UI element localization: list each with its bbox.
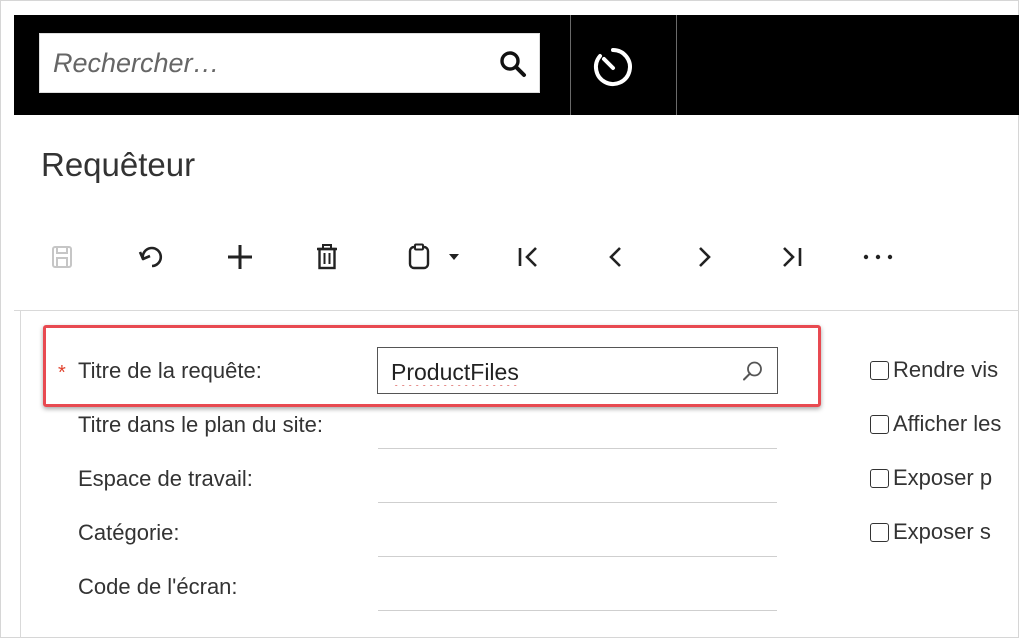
query-title-input[interactable] (378, 348, 738, 393)
checkbox-row[interactable]: Exposer s (870, 517, 991, 547)
first-record-button[interactable] (508, 232, 548, 282)
add-button[interactable] (220, 232, 260, 282)
checkbox-label: Afficher les (893, 411, 1002, 436)
clipboard-icon (408, 243, 430, 270)
save-button[interactable] (44, 232, 80, 282)
search-box[interactable] (39, 33, 540, 93)
plus-icon (228, 245, 252, 269)
search-input[interactable] (40, 34, 480, 92)
checkbox-row[interactable]: Rendre vis (870, 355, 998, 385)
more-button[interactable] (858, 232, 898, 282)
save-icon (52, 246, 72, 268)
more-icon (863, 254, 893, 260)
required-marker: * (58, 362, 66, 384)
first-record-icon (518, 247, 537, 267)
screen-code-label: Code de l'écran: (78, 574, 238, 599)
next-button[interactable] (684, 232, 724, 282)
undo-button[interactable] (132, 232, 172, 282)
category-label: Catégorie: (78, 520, 180, 545)
top-bar (14, 15, 1019, 115)
checkbox-row[interactable]: Exposer p (870, 463, 992, 493)
checkbox-row[interactable]: Afficher les (870, 409, 1001, 439)
search-icon[interactable] (498, 49, 528, 79)
undo-icon (138, 246, 163, 268)
search-icon[interactable] (741, 359, 765, 383)
site-map-title-field[interactable] (378, 418, 777, 449)
category-field[interactable] (378, 526, 777, 557)
query-title-label: Titre de la requête: (78, 358, 262, 383)
workspace-field[interactable] (378, 472, 777, 503)
screen-code-field[interactable] (378, 580, 777, 611)
last-record-icon (783, 247, 802, 267)
checkbox[interactable] (870, 522, 889, 542)
checkbox-label: Exposer p (893, 465, 993, 490)
checkbox[interactable] (870, 360, 889, 380)
caret-down-icon (449, 254, 459, 260)
checkbox[interactable] (870, 468, 889, 488)
chevron-right-icon (699, 247, 711, 267)
site-map-title-label: Titre dans le plan du site: (78, 412, 323, 437)
trash-icon (317, 244, 337, 270)
query-title-field[interactable] (377, 347, 778, 394)
workspace-label: Espace de travail: (78, 466, 253, 491)
checkbox-label: Rendre vis (893, 357, 999, 382)
delete-button[interactable] (307, 232, 347, 282)
top-bar-divider (570, 15, 571, 115)
checkbox[interactable] (870, 414, 889, 434)
top-bar-divider (676, 15, 677, 115)
last-record-button[interactable] (772, 232, 812, 282)
timer-icon[interactable] (591, 45, 635, 89)
copy-paste-button[interactable] (396, 232, 470, 282)
checkbox-label: Exposer s (893, 519, 991, 544)
chevron-left-icon (609, 247, 621, 267)
previous-button[interactable] (596, 232, 636, 282)
page-title: Requêteur (41, 146, 196, 183)
